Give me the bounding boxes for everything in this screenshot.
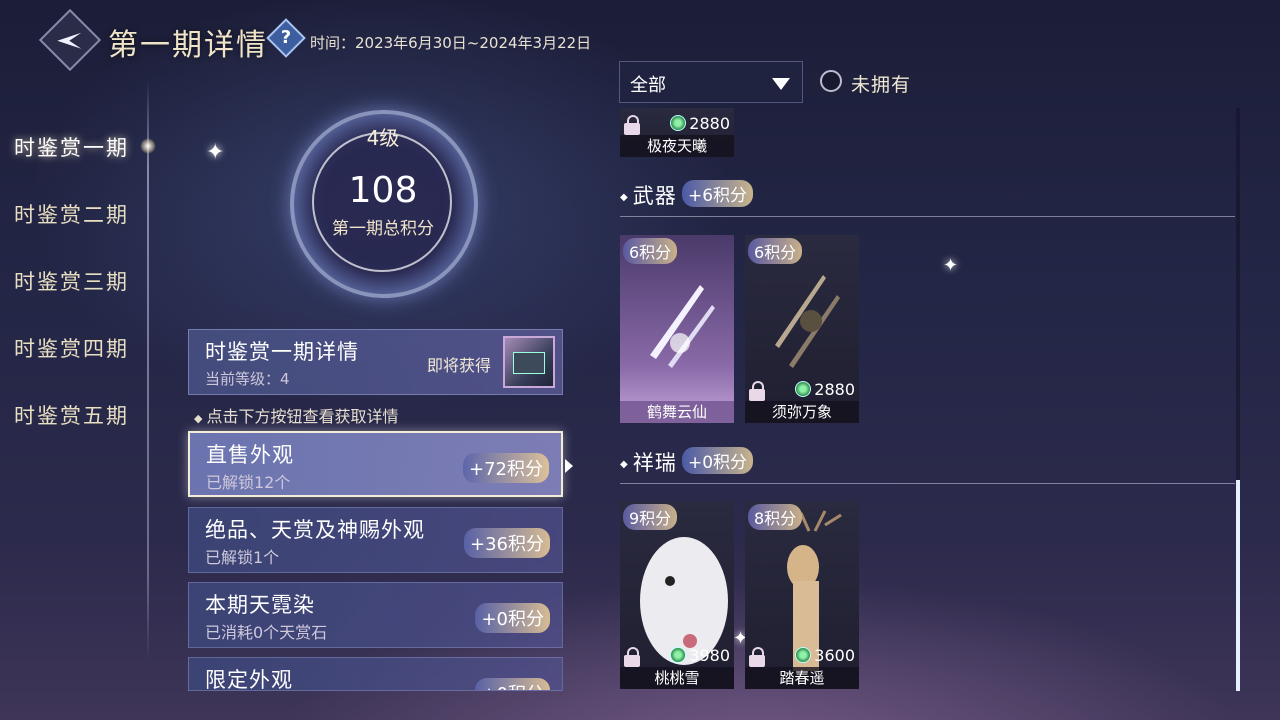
reward-thumbnail[interactable]: [503, 336, 555, 388]
jade-currency-icon: [670, 115, 687, 131]
current-level: 当前等级：4: [205, 370, 290, 388]
item-price: 2880: [795, 380, 855, 399]
detail-title: 时鉴赏一期详情: [205, 340, 359, 364]
item-card[interactable]: 6积分 2880 须弥万象: [745, 235, 859, 423]
nav-item-period-3[interactable]: 时鉴赏三期: [14, 266, 129, 296]
category-sub: 已解锁12个: [206, 473, 291, 492]
item-name: 鹤舞云仙: [620, 401, 734, 423]
item-name: 踏春遥: [745, 667, 859, 689]
item-points: 6积分: [623, 238, 678, 264]
nav-active-indicator: [140, 138, 156, 154]
category-sub: 已解锁1个: [205, 548, 280, 567]
item-price: 3980: [670, 646, 730, 665]
hint-text: ◆ 点击下方按钮查看获取详情: [194, 407, 399, 426]
filter-dropdown[interactable]: 全部: [619, 61, 803, 103]
selected-arrow-icon: [565, 459, 573, 473]
category-premium[interactable]: 绝品、天赏及神赐外观 已解锁1个 +36积分: [188, 507, 563, 573]
back-arrow-icon: [57, 32, 82, 49]
item-price: 2880: [670, 114, 730, 133]
category-points: +0积分: [475, 603, 550, 633]
section-title: 祥瑞: [632, 451, 677, 475]
item-points: 8积分: [748, 504, 803, 530]
item-points: 6积分: [748, 238, 803, 264]
level-label: 4级: [366, 126, 400, 150]
sparkle-icon: ✦: [943, 255, 959, 276]
item-card[interactable]: 8积分 3600 踏春遥: [745, 501, 859, 689]
coming-soon-label: 即将获得: [427, 356, 492, 375]
jade-currency-icon: [670, 647, 687, 663]
item-name: 须弥万象: [745, 401, 859, 423]
category-sub: 已消耗0个天赏石: [205, 623, 328, 642]
nav-item-period-1[interactable]: 时鉴赏一期: [14, 132, 129, 162]
nav-item-period-4[interactable]: 时鉴赏四期: [14, 333, 129, 363]
filter-selected: 全部: [630, 75, 666, 96]
help-button[interactable]: ?: [266, 18, 306, 58]
category-points: +0积分: [475, 678, 550, 690]
item-card[interactable]: 9积分 3980 桃桃雪: [620, 501, 734, 689]
page-title: 第一期详情: [108, 28, 268, 63]
section-divider: [620, 483, 1235, 484]
price-value: 2880: [814, 380, 855, 399]
section-title: 武器: [632, 184, 677, 208]
item-name: 极夜天曦: [620, 135, 734, 157]
price-value: 3980: [689, 646, 730, 665]
section-mounts-title: ◆ 祥瑞: [620, 451, 677, 475]
category-title: 限定外观: [205, 668, 293, 691]
nav-item-period-5[interactable]: 时鉴赏五期: [14, 400, 129, 430]
chevron-down-icon: [772, 78, 790, 90]
category-title: 本期天霓染: [205, 593, 315, 617]
question-icon: ?: [280, 27, 292, 48]
item-price: 3600: [795, 646, 855, 665]
unowned-label[interactable]: 未拥有: [851, 70, 911, 97]
period-detail-card[interactable]: 时鉴赏一期详情 当前等级：4 即将获得: [188, 329, 563, 395]
jade-currency-icon: [795, 381, 812, 397]
nav-item-period-2[interactable]: 时鉴赏二期: [14, 199, 129, 229]
category-direct-sale[interactable]: 直售外观 已解锁12个 +72积分: [188, 431, 563, 497]
item-name: 桃桃雪: [620, 667, 734, 689]
back-button[interactable]: [38, 8, 102, 72]
item-card[interactable]: 2880 极夜天曦: [620, 108, 734, 157]
lock-icon: [624, 647, 640, 667]
category-limited[interactable]: 限定外观 +0积分: [188, 657, 563, 691]
hint-label: 点击下方按钮查看获取详情: [206, 407, 399, 426]
price-value: 2880: [689, 114, 730, 133]
item-card[interactable]: 6积分 鹤舞云仙: [620, 235, 734, 423]
nav-divider: [147, 80, 149, 660]
lock-icon: [749, 381, 765, 401]
lock-icon: [624, 115, 640, 135]
section-points: +0积分: [682, 447, 754, 474]
category-points: +72积分: [463, 453, 549, 483]
price-value: 3600: [814, 646, 855, 665]
lock-icon: [749, 647, 765, 667]
total-score: 108: [348, 170, 418, 211]
total-score-label: 第一期总积分: [332, 219, 434, 239]
section-divider: [620, 216, 1235, 217]
time-range-label: 时间：2023年6月30日~2024年3月22日: [310, 34, 592, 52]
item-points: 9积分: [623, 504, 678, 530]
sparkle-icon: ✦: [206, 140, 225, 165]
jade-currency-icon: [795, 647, 812, 663]
section-points: +6积分: [682, 180, 754, 207]
section-weapons-title: ◆ 武器: [620, 184, 677, 208]
scrollbar-thumb[interactable]: [1236, 480, 1240, 691]
category-dye[interactable]: 本期天霓染 已消耗0个天赏石 +0积分: [188, 582, 563, 648]
level-ring: 4级 108 第一期总积分: [280, 110, 486, 298]
category-title: 绝品、天赏及神赐外观: [205, 518, 425, 542]
unowned-radio[interactable]: [820, 70, 842, 92]
category-points: +36积分: [464, 528, 550, 558]
category-title: 直售外观: [206, 443, 294, 467]
